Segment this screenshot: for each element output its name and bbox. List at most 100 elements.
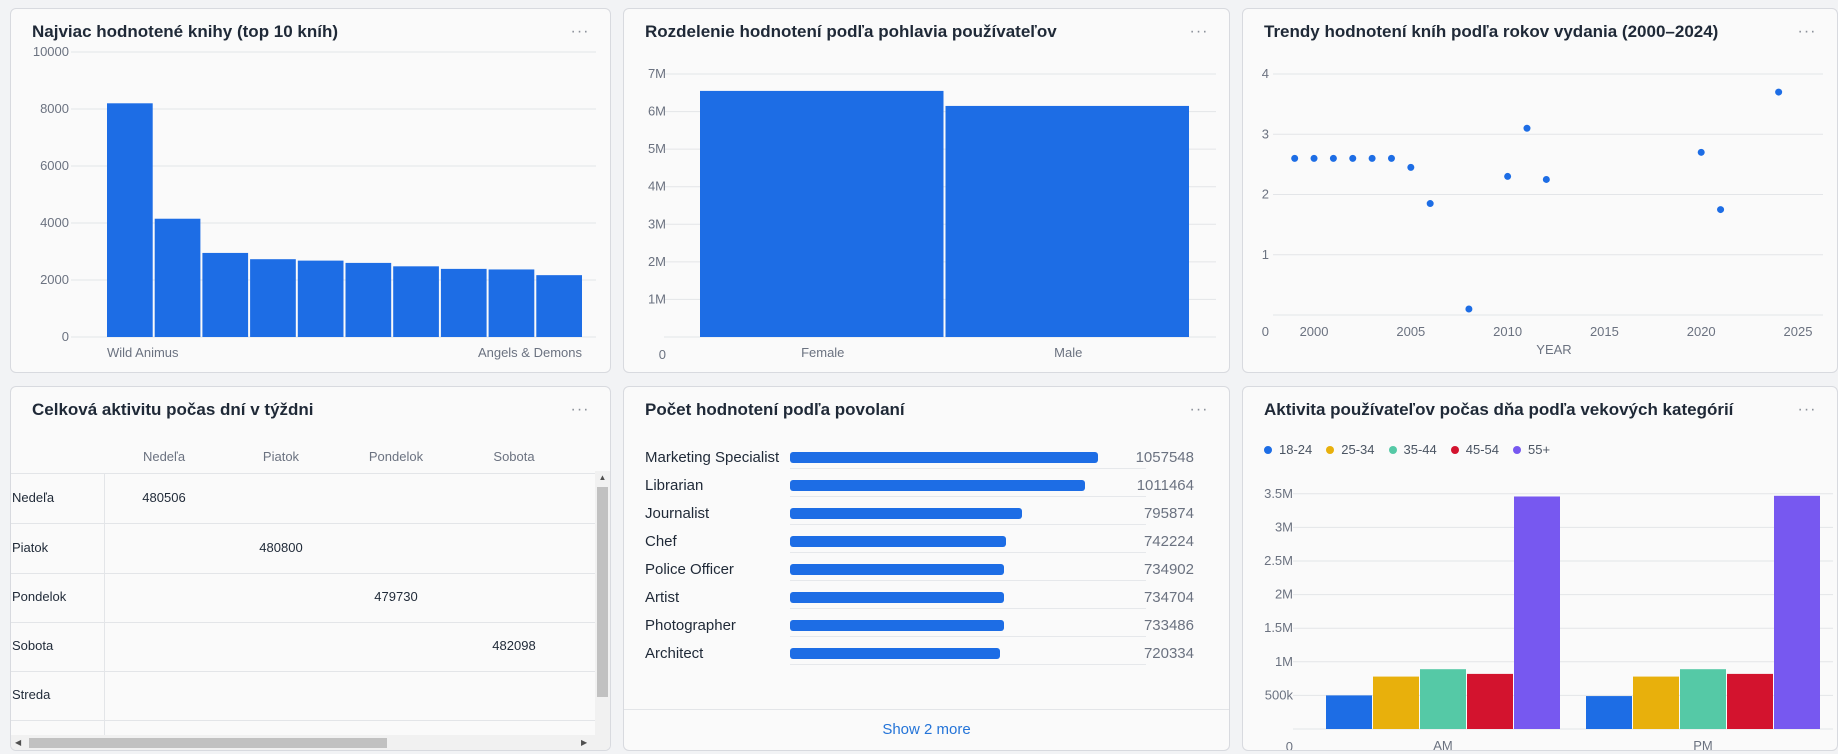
y-tick-label: 4M — [648, 179, 666, 194]
age-activity-card: Aktivita používateľov počas dňa podľa ve… — [1242, 386, 1838, 751]
column-header[interactable]: Nedeľa — [143, 449, 185, 464]
y-tick-label: 500k — [1265, 687, 1294, 702]
row-label: Pondelok — [12, 589, 67, 604]
bar — [1774, 495, 1820, 729]
row-label: Nedeľa — [12, 490, 55, 505]
bar — [536, 275, 582, 337]
scrollbar-thumb[interactable] — [597, 487, 608, 697]
scrollbar-thumb[interactable] — [29, 738, 387, 748]
y-tick-label: 2.5M — [1264, 553, 1293, 568]
y-tick-label: 5M — [648, 141, 666, 156]
column-header[interactable]: Piatok — [263, 449, 299, 464]
row-label: Streda — [12, 687, 51, 702]
data-point — [1407, 163, 1415, 171]
x-tick-label: Wild Animus — [107, 345, 179, 360]
table-cell: 480506 — [142, 490, 186, 505]
table-cell: 479730 — [374, 589, 418, 604]
list-item[interactable]: Librarian 1011464 — [624, 472, 1214, 500]
weekday-card: Celková aktivitu počas dní v týždni ··· … — [10, 386, 611, 751]
y-tick-label: 6000 — [40, 158, 69, 173]
data-point — [1387, 154, 1395, 162]
x-tick-label: 2010 — [1493, 324, 1522, 339]
occupation-bar — [790, 536, 1007, 547]
bar — [945, 105, 1189, 337]
y-tick-label: 1 — [1262, 247, 1269, 262]
list-item[interactable]: Police Officer 734902 — [624, 556, 1214, 584]
occupation-value: 720334 — [1143, 645, 1194, 662]
bar — [1727, 673, 1773, 729]
bar — [488, 269, 535, 337]
bar — [440, 268, 487, 337]
bar — [1420, 669, 1466, 729]
show-more-button[interactable]: Show 2 more — [624, 709, 1229, 750]
scroll-right-icon[interactable]: ▶ — [581, 735, 587, 750]
occupation-bar — [790, 592, 1004, 603]
top-books-bar-chart: 0 2000 4000 6000 8000 10000 Wild Animus Angels … — [33, 44, 596, 360]
pivot-table: Nedeľa Piatok Pondelok Sobota Nedeľa 480… — [11, 439, 610, 750]
y-tick-label: 0 — [1262, 324, 1269, 339]
data-point — [1426, 200, 1434, 208]
y-tick-label: 8000 — [40, 101, 69, 116]
y-tick-label: 1M — [1275, 654, 1293, 669]
y-tick-label: 10000 — [33, 44, 69, 59]
data-point — [1291, 154, 1299, 162]
card-title: Počet hodnotení podľa povolaní — [645, 400, 905, 419]
occupation-bar — [790, 508, 1022, 519]
y-tick-label: 2M — [1275, 587, 1293, 602]
trend-scatter-chart: 0 1 2 3 4 2000 2005 2010 2015 2020 2025 YEAR — [1262, 66, 1823, 357]
data-point — [1717, 206, 1725, 214]
table-row: Pondelok 479730 — [11, 573, 607, 623]
column-header[interactable]: Pondelok — [369, 449, 423, 464]
more-options-icon[interactable]: ··· — [566, 399, 594, 421]
y-tick-label: 0 — [659, 347, 666, 362]
y-tick-label: 3.5M — [1264, 486, 1293, 501]
scroll-left-icon[interactable]: ◀ — [15, 735, 21, 750]
bar — [154, 218, 201, 337]
occupation-label: Photographer — [645, 617, 736, 634]
data-point — [1542, 175, 1550, 183]
y-tick-label: 4 — [1262, 66, 1269, 81]
bar — [1633, 676, 1679, 729]
y-tick-label: 2000 — [40, 272, 69, 287]
y-tick-label: 7M — [648, 66, 666, 81]
list-item[interactable]: Journalist 795874 — [624, 500, 1214, 528]
more-options-icon[interactable]: ··· — [1185, 399, 1213, 421]
list-item[interactable]: Photographer 733486 — [624, 612, 1214, 640]
bar — [202, 252, 249, 337]
trend-card: Trendy hodnotení kníh podľa rokov vydani… — [1242, 8, 1838, 373]
table-header: Nedeľa Piatok Pondelok Sobota — [11, 439, 607, 474]
list-item[interactable]: Marketing Specialist 1057548 — [624, 444, 1214, 472]
occupation-label: Chef — [645, 533, 677, 550]
y-tick-label: 2M — [648, 254, 666, 269]
occupation-card: Počet hodnotení podľa povolaní ··· Marke… — [623, 386, 1230, 751]
occupation-value: 1011464 — [1136, 477, 1194, 494]
y-tick-label: 3M — [648, 216, 666, 231]
data-point — [1523, 124, 1531, 132]
data-point — [1697, 148, 1705, 156]
bar — [1373, 676, 1419, 729]
row-label: Piatok — [12, 540, 49, 555]
vertical-scrollbar[interactable]: ▲ ▼ — [595, 471, 610, 750]
table-cell: 482098 — [492, 638, 536, 653]
occupation-bar — [790, 620, 1004, 631]
list-item[interactable]: Architect 720334 — [624, 640, 1214, 668]
scroll-up-icon[interactable]: ▲ — [595, 473, 610, 482]
bar — [297, 260, 344, 337]
x-tick-label: 2000 — [1300, 324, 1329, 339]
y-tick-label: 2 — [1262, 187, 1269, 202]
age-grouped-bar-chart: 0 500k 1M 1.5M 2M 2.5M 3M 3.5M AM PM — [1264, 486, 1833, 751]
list-item[interactable]: Artist 734704 — [624, 584, 1214, 612]
data-point — [1349, 154, 1357, 162]
list-item[interactable]: Chef 742224 — [624, 528, 1214, 556]
data-point — [1504, 172, 1512, 180]
table-row: Nedeľa 480506 — [11, 474, 607, 524]
x-tick-label: 2025 — [1784, 324, 1813, 339]
table-row: Piatok 480800 — [11, 524, 607, 574]
x-tick-label: AM — [1433, 738, 1453, 751]
occupation-bar — [790, 480, 1085, 491]
x-tick-label: Female — [801, 345, 844, 360]
x-tick-label: PM — [1693, 738, 1713, 751]
horizontal-scrollbar[interactable]: ◀ ▶ — [11, 735, 607, 750]
bar — [1586, 696, 1632, 729]
column-header[interactable]: Sobota — [493, 449, 534, 464]
